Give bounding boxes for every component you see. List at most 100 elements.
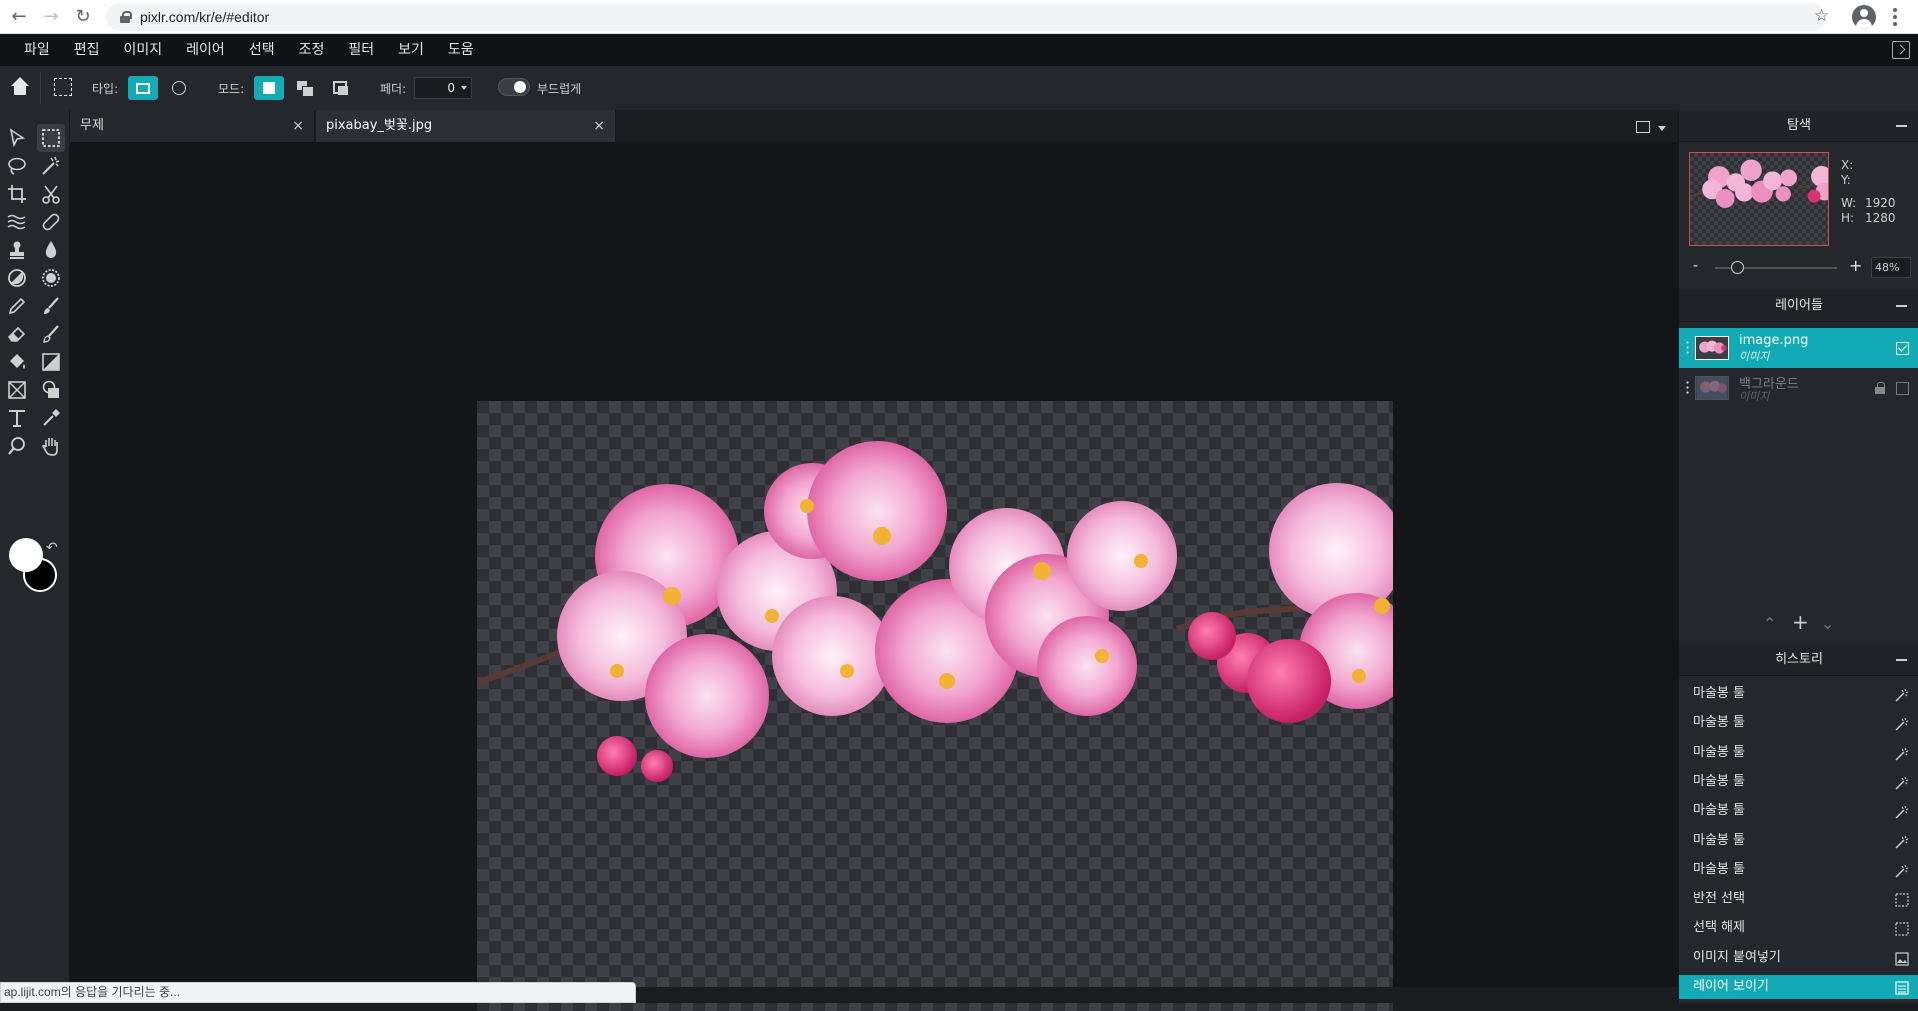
menu-select[interactable]: 선택 xyxy=(237,34,287,66)
mode-subtract-button[interactable] xyxy=(326,76,356,100)
image-canvas[interactable] xyxy=(477,401,1393,1011)
drag-handle-icon[interactable] xyxy=(1686,380,1689,396)
mode-new-icon xyxy=(263,82,275,94)
marquee-tool[interactable] xyxy=(37,124,65,152)
marquee-tool-icon xyxy=(54,78,72,96)
history-item[interactable]: 레이어 보이기 xyxy=(1679,975,1918,999)
layer-item-image[interactable]: image.png 이미지 xyxy=(1679,328,1918,368)
lasso-tool[interactable] xyxy=(3,152,31,180)
drag-handle-icon[interactable] xyxy=(1686,340,1689,356)
cutout-tool[interactable] xyxy=(37,180,65,208)
dodge-burn-tool[interactable] xyxy=(3,264,31,292)
menu-edit[interactable]: 편집 xyxy=(62,34,112,66)
mode-add-icon xyxy=(297,81,314,97)
shape-tool[interactable] xyxy=(37,376,65,404)
mode-add-button[interactable] xyxy=(290,76,320,100)
menu-file[interactable]: 파일 xyxy=(12,34,62,66)
reload-icon[interactable]: ↻ xyxy=(70,4,96,30)
tab-untitled[interactable]: 무제 × xyxy=(70,110,315,142)
zoom-tool[interactable] xyxy=(3,432,31,460)
forward-arrow-icon[interactable]: → xyxy=(38,4,64,30)
history-item[interactable]: 마술봉 툴 xyxy=(1679,770,1918,794)
gradient-icon xyxy=(42,353,60,371)
menu-image[interactable]: 이미지 xyxy=(112,34,175,66)
smooth-toggle[interactable] xyxy=(498,78,530,96)
move-layer-down-icon[interactable]: ⌄ xyxy=(1821,614,1834,633)
history-item[interactable]: 마술봉 툴 xyxy=(1679,858,1918,882)
browser-menu-icon[interactable] xyxy=(1893,8,1897,26)
history-item-label: 선택 해제 xyxy=(1693,920,1745,936)
minimize-icon[interactable] xyxy=(1896,125,1907,127)
close-icon[interactable]: × xyxy=(593,110,605,142)
history-item[interactable]: 마술봉 툴 xyxy=(1679,741,1918,765)
menu-layer[interactable]: 레이어 xyxy=(174,34,237,66)
type-ellipse-button[interactable] xyxy=(164,76,194,100)
type-rectangle-button[interactable] xyxy=(128,76,158,100)
workspace[interactable] xyxy=(70,142,1678,1011)
history-item[interactable]: 선택 해제 xyxy=(1679,916,1918,940)
crop-tool[interactable] xyxy=(3,180,31,208)
hand-tool[interactable] xyxy=(37,432,65,460)
close-icon[interactable]: × xyxy=(292,110,304,142)
move-layer-up-icon[interactable]: ⌃ xyxy=(1763,614,1776,633)
magic-wand-icon xyxy=(1895,746,1909,761)
add-layer-icon[interactable]: + xyxy=(1792,610,1809,634)
history-item-label: 이미지 붙여넣기 xyxy=(1693,949,1781,965)
eraser-tool[interactable] xyxy=(3,320,31,348)
zoom-in-button[interactable]: + xyxy=(1849,256,1862,275)
mode-new-button[interactable] xyxy=(254,76,284,100)
address-bar[interactable]: pixlr.com/kr/e/#editor xyxy=(106,3,1826,31)
back-arrow-icon[interactable]: ← xyxy=(6,4,32,30)
menu-help[interactable]: 도움 xyxy=(436,34,486,66)
history-item[interactable]: 마술봉 툴 xyxy=(1679,682,1918,706)
drawing-tool[interactable] xyxy=(3,376,31,404)
text-tool[interactable] xyxy=(3,404,31,432)
collapse-panels-icon[interactable] xyxy=(1892,41,1910,59)
heal-tool[interactable] xyxy=(37,208,65,236)
eraser-icon xyxy=(7,326,26,342)
scissors-icon xyxy=(42,185,60,204)
foreground-color-swatch[interactable] xyxy=(9,538,43,572)
history-item[interactable]: 이미지 붙여넣기 xyxy=(1679,946,1918,970)
history-item[interactable]: 마술봉 툴 xyxy=(1679,829,1918,853)
profile-avatar-icon[interactable] xyxy=(1852,5,1876,29)
pencil-tool[interactable] xyxy=(3,292,31,320)
fill-tool[interactable] xyxy=(3,348,31,376)
menu-filter[interactable]: 필터 xyxy=(336,34,386,66)
arrange-tool[interactable] xyxy=(3,124,31,152)
minimize-icon[interactable] xyxy=(1896,305,1907,307)
sponge-tool[interactable] xyxy=(37,264,65,292)
magic-wand-tool[interactable] xyxy=(37,152,65,180)
history-item[interactable]: 마술봉 툴 xyxy=(1679,799,1918,823)
tab-pixabay-cherry-blossom[interactable]: pixabay_벚꽃.jpg × xyxy=(316,110,616,142)
layer-item-background[interactable]: 백그라운드 이미지 xyxy=(1679,368,1918,408)
liquify-icon xyxy=(7,214,26,230)
blur-tool[interactable] xyxy=(37,236,65,264)
zoom-out-button[interactable]: - xyxy=(1693,258,1698,274)
history-item[interactable]: 반전 선택 xyxy=(1679,887,1918,911)
home-icon[interactable] xyxy=(10,77,30,97)
gradient-tool[interactable] xyxy=(37,348,65,376)
liquify-tool[interactable] xyxy=(3,208,31,236)
layer-visibility-checkbox[interactable] xyxy=(1896,382,1909,395)
minimize-icon[interactable] xyxy=(1896,659,1907,661)
history-item[interactable]: 마술봉 툴 xyxy=(1679,711,1918,735)
bookmark-star-icon[interactable]: ☆ xyxy=(1814,6,1829,26)
lock-icon[interactable] xyxy=(1875,382,1885,394)
layer-visibility-checkbox[interactable] xyxy=(1896,342,1909,355)
zoom-slider-handle[interactable] xyxy=(1731,261,1744,274)
menu-adjust[interactable]: 조정 xyxy=(287,34,337,66)
feather-label: 페더: xyxy=(380,82,407,96)
color-replace-tool[interactable] xyxy=(37,320,65,348)
crop-icon xyxy=(8,185,26,203)
window-arrange-icon[interactable] xyxy=(1636,118,1670,136)
color-picker-tool[interactable] xyxy=(37,404,65,432)
navigator-thumbnail[interactable] xyxy=(1689,152,1829,246)
menu-view[interactable]: 보기 xyxy=(386,34,436,66)
chevron-down-icon[interactable] xyxy=(461,86,467,90)
zoom-input[interactable]: 48% xyxy=(1871,257,1911,278)
clone-stamp-tool[interactable] xyxy=(3,236,31,264)
brush-tool[interactable] xyxy=(37,292,65,320)
navigator-header: 탐색 xyxy=(1679,110,1918,142)
swap-colors-icon[interactable]: ↶ xyxy=(46,540,58,556)
